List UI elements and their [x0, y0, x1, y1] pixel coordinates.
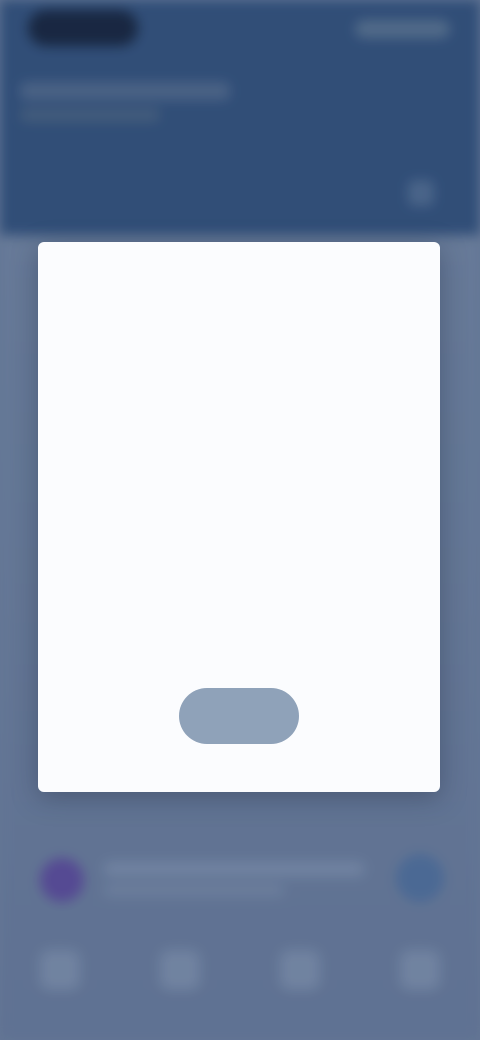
info-dialog — [38, 242, 440, 792]
dialog-confirm-button[interactable] — [179, 688, 299, 744]
app-screen — [0, 0, 480, 1040]
